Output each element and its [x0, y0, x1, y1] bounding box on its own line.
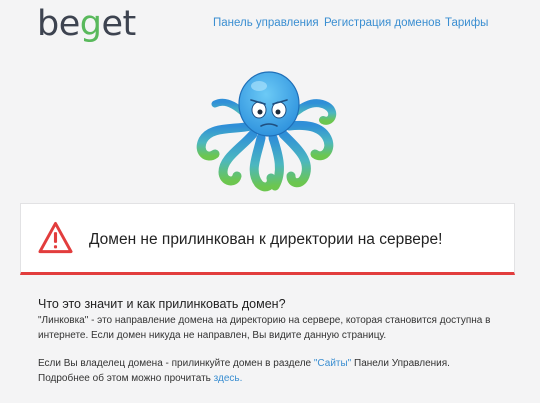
- more-info-text: Подробнее об этом можно прочитать: [38, 372, 214, 384]
- nav-control-panel[interactable]: Панель управления: [213, 17, 319, 29]
- here-link[interactable]: здесь.: [214, 373, 243, 384]
- warning-icon: [38, 221, 73, 254]
- help-paragraph-2: Если Вы владелец домена - прилинкуйте до…: [38, 357, 508, 372]
- help-paragraph-3: Подробнее об этом можно прочитать здесь.: [38, 372, 508, 387]
- linking-description: - это направление домена на директорию н…: [38, 315, 491, 341]
- help-section: Что это значит и как прилинковать домен?…: [38, 297, 508, 386]
- logo-suffix: et: [101, 4, 136, 44]
- help-paragraph-1: "Линковка" - это направление домена на д…: [38, 314, 508, 343]
- logo-prefix: be: [37, 4, 80, 44]
- error-panel: Домен не прилинкован к директории на сер…: [20, 203, 515, 275]
- beget-logo[interactable]: beget: [37, 4, 136, 44]
- owner-instruction-end: Панели Управления.: [351, 358, 450, 369]
- octopus-mascot: [196, 71, 337, 192]
- header: beget Панель управления Регистрация доме…: [0, 0, 540, 50]
- logo-g: g: [79, 4, 102, 44]
- nav-tariffs[interactable]: Тарифы: [445, 17, 488, 29]
- sites-link[interactable]: "Сайты": [314, 358, 351, 369]
- error-message: Домен не прилинкован к директории на сер…: [89, 231, 443, 248]
- owner-instruction: Если Вы владелец домена - прилинкуйте до…: [38, 358, 314, 369]
- help-title: Что это значит и как прилинковать домен?: [38, 297, 286, 311]
- linking-term: "Линковка": [38, 315, 89, 326]
- nav-domain-registration[interactable]: Регистрация доменов: [324, 17, 441, 29]
